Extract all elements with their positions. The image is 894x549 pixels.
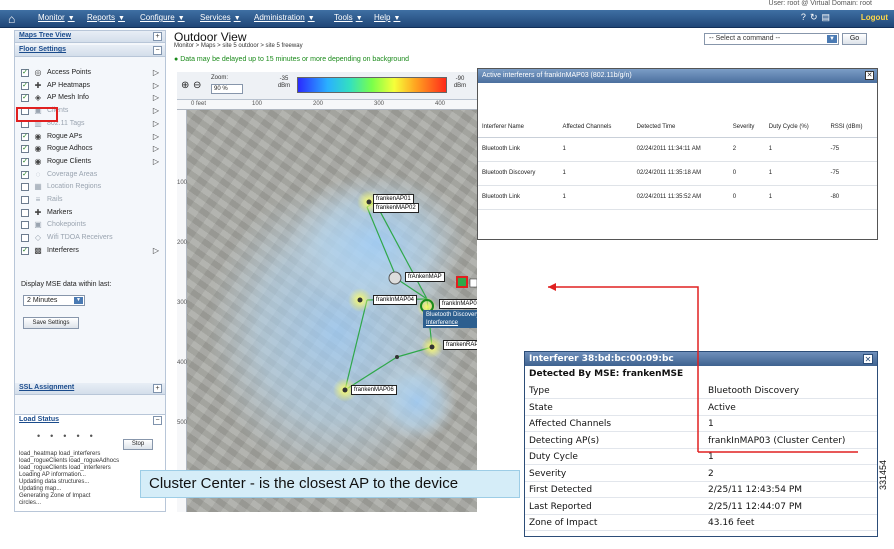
annotation-arrows <box>548 283 858 453</box>
arrow-head-icon <box>548 283 556 291</box>
arrow-line <box>548 286 699 452</box>
